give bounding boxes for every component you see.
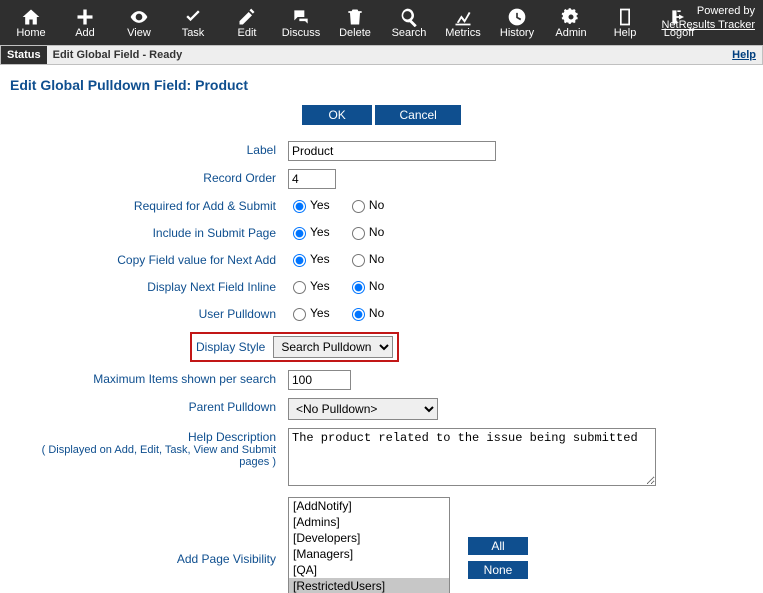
user-pulldown-label: User Pulldown: [10, 301, 282, 328]
required-yes-radio[interactable]: [293, 200, 306, 213]
discuss-icon: [291, 7, 311, 27]
history-button[interactable]: History: [490, 7, 544, 39]
toolbar: Home Add View Task Edit Discuss Delete S…: [0, 0, 763, 45]
plus-icon: [75, 7, 95, 27]
visibility-item[interactable]: [Developers]: [289, 530, 449, 546]
history-label: History: [500, 27, 534, 39]
display-inline-yes-radio[interactable]: [293, 281, 306, 294]
status-help-link[interactable]: Help: [726, 49, 762, 61]
view-button[interactable]: View: [112, 7, 166, 39]
no-text: No: [369, 252, 384, 266]
metrics-icon: [453, 7, 473, 27]
visibility-all-button[interactable]: All: [468, 537, 528, 555]
copy-next-yes-radio[interactable]: [293, 254, 306, 267]
gear-icon: [561, 7, 581, 27]
eye-icon: [129, 7, 149, 27]
history-icon: [507, 7, 527, 27]
yes-text: Yes: [310, 198, 330, 212]
search-button[interactable]: Search: [382, 7, 436, 39]
status-text: Edit Global Field - Ready: [47, 49, 727, 61]
yes-text: Yes: [310, 306, 330, 320]
display-style-label: Display Style: [196, 340, 265, 354]
help-label: Help: [614, 27, 637, 39]
parent-pulldown-select[interactable]: <No Pulldown>: [288, 398, 438, 420]
visibility-item[interactable]: [QA]: [289, 562, 449, 578]
copy-next-label: Copy Field value for Next Add: [10, 247, 282, 274]
help-desc-sublabel: ( Displayed on Add, Edit, Task, View and…: [16, 444, 276, 468]
powered-by: Powered by NetResults Tracker: [661, 4, 755, 32]
content-area: Edit Global Pulldown Field: Product OK C…: [0, 65, 763, 593]
page-title: Edit Global Pulldown Field: Product: [10, 77, 753, 93]
visibility-item[interactable]: [Admins]: [289, 514, 449, 530]
metrics-button[interactable]: Metrics: [436, 7, 490, 39]
home-icon: [21, 7, 41, 27]
include-submit-yes-radio[interactable]: [293, 227, 306, 240]
cancel-button[interactable]: Cancel: [375, 105, 460, 125]
discuss-button[interactable]: Discuss: [274, 7, 328, 39]
no-text: No: [369, 198, 384, 212]
include-submit-label: Include in Submit Page: [10, 220, 282, 247]
delete-button[interactable]: Delete: [328, 7, 382, 39]
help-icon: [615, 7, 635, 27]
visibility-label: Add Page Visibility: [10, 493, 282, 593]
label-label: Label: [10, 137, 282, 165]
help-desc-textarea[interactable]: The product related to the issue being s…: [288, 428, 656, 486]
edit-label: Edit: [238, 27, 257, 39]
include-submit-no-radio[interactable]: [352, 227, 365, 240]
search-label: Search: [392, 27, 427, 39]
user-pulldown-no-radio[interactable]: [352, 308, 365, 321]
max-items-input[interactable]: [288, 370, 351, 390]
record-order-label: Record Order: [10, 165, 282, 193]
task-label: Task: [182, 27, 205, 39]
pencil-icon: [237, 7, 257, 27]
task-button[interactable]: Task: [166, 7, 220, 39]
delete-label: Delete: [339, 27, 371, 39]
display-inline-label: Display Next Field Inline: [10, 274, 282, 301]
yes-text: Yes: [310, 225, 330, 239]
visibility-item[interactable]: [Managers]: [289, 546, 449, 562]
status-label: Status: [1, 46, 47, 64]
visibility-listbox[interactable]: [AddNotify][Admins][Developers][Managers…: [288, 497, 450, 593]
discuss-label: Discuss: [282, 27, 321, 39]
search-icon: [399, 7, 419, 27]
add-button[interactable]: Add: [58, 7, 112, 39]
visibility-none-button[interactable]: None: [468, 561, 528, 579]
required-no-radio[interactable]: [352, 200, 365, 213]
help-button[interactable]: Help: [598, 7, 652, 39]
no-text: No: [369, 225, 384, 239]
status-bar: Status Edit Global Field - Ready Help: [0, 45, 763, 65]
user-pulldown-yes-radio[interactable]: [293, 308, 306, 321]
no-text: No: [369, 306, 384, 320]
label-input[interactable]: [288, 141, 496, 161]
ok-button[interactable]: OK: [302, 105, 372, 125]
help-desc-label: Help Description ( Displayed on Add, Edi…: [10, 424, 282, 493]
display-style-highlight: Display Style Search Pulldown: [190, 332, 399, 362]
copy-next-no-radio[interactable]: [352, 254, 365, 267]
home-button[interactable]: Home: [4, 7, 58, 39]
max-items-label: Maximum Items shown per search: [10, 366, 282, 394]
edit-button[interactable]: Edit: [220, 7, 274, 39]
parent-pulldown-label: Parent Pulldown: [10, 394, 282, 424]
metrics-label: Metrics: [445, 27, 480, 39]
record-order-input[interactable]: [288, 169, 336, 189]
admin-label: Admin: [555, 27, 586, 39]
check-icon: [183, 7, 203, 27]
yes-text: Yes: [310, 279, 330, 293]
view-label: View: [127, 27, 151, 39]
display-style-select[interactable]: Search Pulldown: [273, 336, 393, 358]
admin-button[interactable]: Admin: [544, 7, 598, 39]
display-inline-no-radio[interactable]: [352, 281, 365, 294]
form-table: Label Record Order Required for Add & Su…: [10, 137, 753, 593]
add-label: Add: [75, 27, 95, 39]
required-label: Required for Add & Submit: [10, 193, 282, 220]
trash-icon: [345, 7, 365, 27]
home-label: Home: [16, 27, 45, 39]
powered-by-link[interactable]: NetResults Tracker: [661, 19, 755, 31]
visibility-item[interactable]: [AddNotify]: [289, 498, 449, 514]
no-text: No: [369, 279, 384, 293]
yes-text: Yes: [310, 252, 330, 266]
